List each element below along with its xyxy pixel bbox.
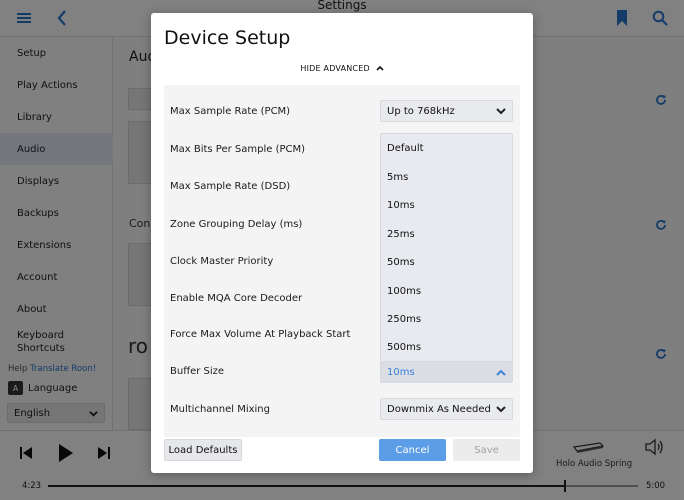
chevron-down-icon (496, 406, 506, 413)
dropdown-option[interactable]: 25ms (387, 229, 415, 240)
setting-label-buffer-size: Buffer Size (170, 366, 225, 377)
dropdown-option[interactable]: 50ms (387, 257, 415, 268)
max-sample-rate-pcm-select[interactable]: Up to 768kHz (380, 100, 513, 122)
hide-advanced-toggle[interactable]: HIDE ADVANCED (151, 64, 533, 73)
setting-label-max-bits-per-sample: Max Bits Per Sample (PCM) (170, 144, 306, 155)
setting-label-zone-grouping-delay: Zone Grouping Delay (ms) (170, 219, 303, 230)
chevron-up-icon (496, 369, 506, 376)
chevron-up-icon (376, 65, 384, 71)
dropdown-option[interactable]: 100ms (387, 286, 421, 297)
advanced-settings-list[interactable]: Max Sample Rate (PCM) Up to 768kHz Max B… (164, 85, 520, 437)
setting-label-max-sample-rate-dsd: Max Sample Rate (DSD) (170, 181, 291, 192)
dropdown-option[interactable]: 250ms (387, 314, 421, 325)
device-setup-dialog: Device Setup HIDE ADVANCED Max Sample Ra… (151, 13, 533, 473)
chevron-down-icon (496, 108, 506, 115)
setting-label-clock-master-priority: Clock Master Priority (170, 256, 274, 267)
setting-label-multichannel-mixing: Multichannel Mixing (170, 404, 270, 415)
buffer-size-dropdown-menu: Default 5ms 10ms 25ms 50ms 100ms 250ms 5… (380, 133, 513, 379)
save-button[interactable]: Save (453, 439, 520, 461)
buffer-size-select[interactable]: 10ms (380, 361, 513, 383)
setting-label-enable-mqa-core-decoder: Enable MQA Core Decoder (170, 293, 303, 304)
setting-label-max-sample-rate-pcm: Max Sample Rate (PCM) (170, 106, 291, 117)
dropdown-option[interactable]: 500ms (387, 342, 421, 353)
cancel-button[interactable]: Cancel (379, 439, 446, 461)
multichannel-mixing-select[interactable]: Downmix As Needed (380, 398, 513, 420)
load-defaults-button[interactable]: Load Defaults (164, 439, 242, 461)
dropdown-option[interactable]: 10ms (387, 200, 415, 211)
dropdown-option[interactable]: 5ms (387, 172, 408, 183)
dropdown-option[interactable]: Default (387, 143, 424, 154)
dialog-title: Device Setup (164, 27, 291, 49)
setting-label-force-max-volume: Force Max Volume At Playback Start (170, 329, 351, 340)
